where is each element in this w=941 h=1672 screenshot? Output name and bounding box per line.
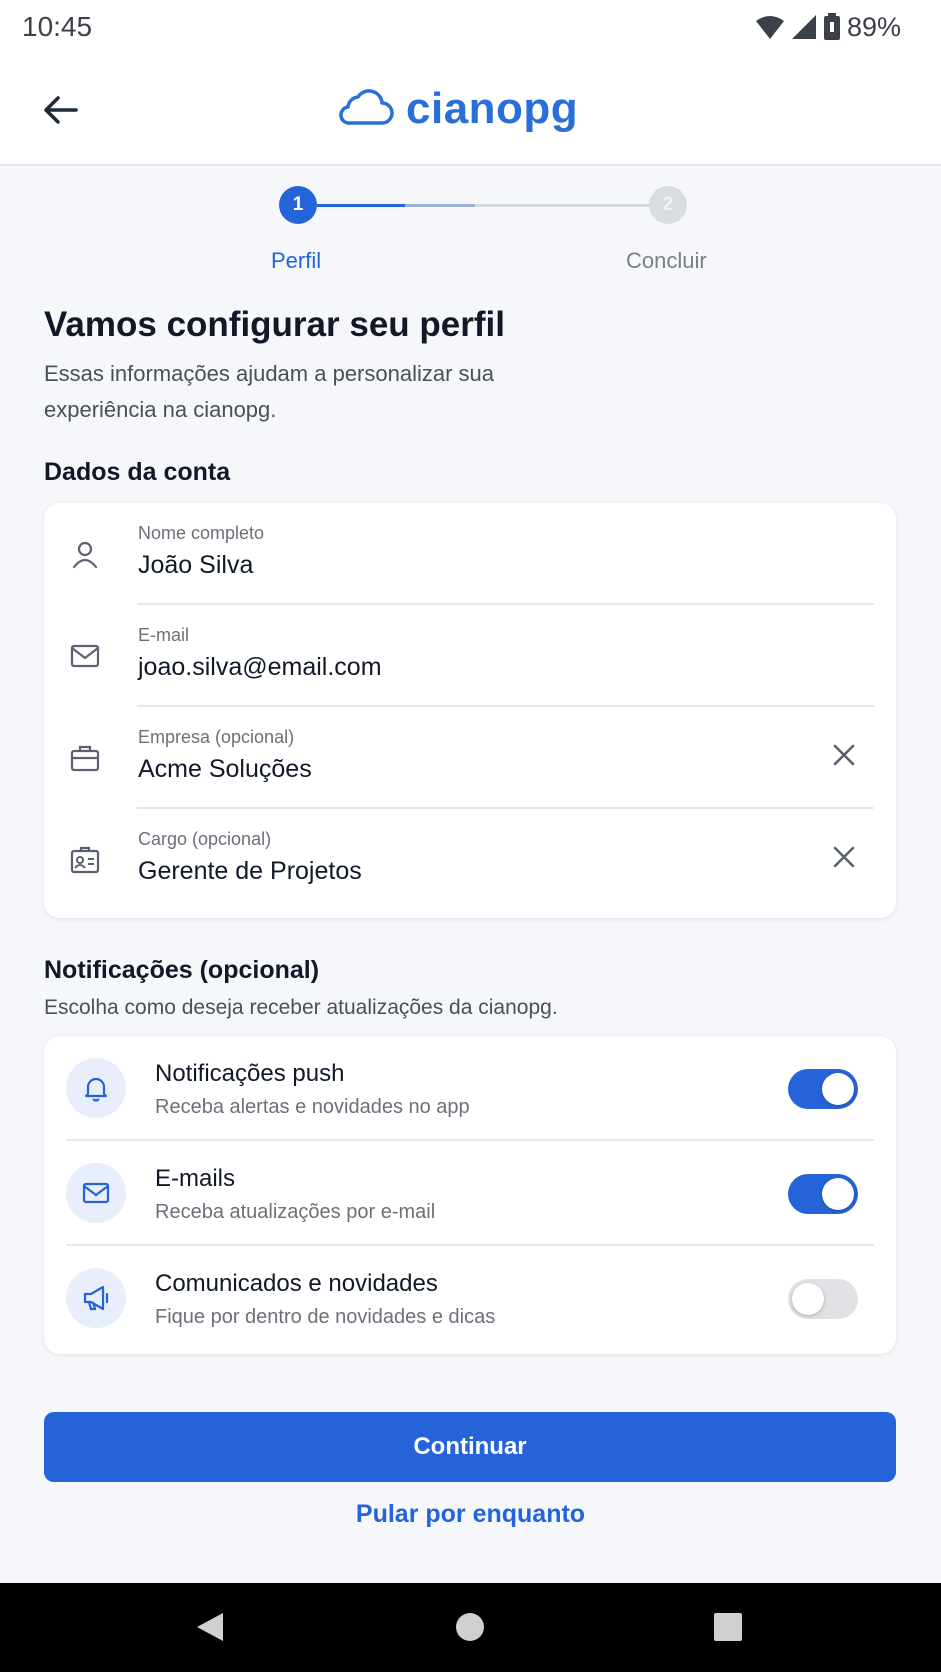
battery-icon [823, 13, 841, 41]
full-name-label: Nome completo [138, 523, 265, 543]
push-notifications-subtitle: Receba alertas e novidades no app [155, 1096, 470, 1118]
account-section-title: Dados da conta [44, 458, 231, 486]
company-label: Empresa (opcional) [138, 727, 295, 747]
app-name: cianopg [406, 84, 579, 133]
step-progress-line [317, 204, 405, 207]
announcements-subtitle: Fique por dentro de novidades e dicas [155, 1306, 496, 1328]
app-header: cianopg [0, 54, 941, 166]
account-card: Nome completo João Silva E-mail joao.sil… [44, 503, 896, 918]
emails-subtitle: Receba atualizações por e-mail [155, 1201, 436, 1223]
arrow-left-icon [42, 95, 78, 130]
step-1-label: Perfil [271, 248, 322, 273]
cellular-signal-icon [791, 14, 817, 40]
emails-row[interactable]: E-mails Receba atualizações por e-mail [44, 1141, 896, 1246]
page-title: Vamos configurar seu perfil [44, 305, 505, 344]
user-icon [68, 537, 102, 571]
job-title-label: Cargo (opcional) [138, 829, 272, 849]
app-logo: cianopg [336, 84, 578, 134]
system-recents-button[interactable] [708, 1609, 748, 1649]
toggle-knob [792, 1283, 824, 1315]
announcements-row[interactable]: Comunicados e novidades Fique por dentro… [44, 1246, 896, 1351]
briefcase-icon [68, 741, 102, 775]
home-circle-icon [454, 1611, 486, 1648]
continue-button[interactable]: Continuar [44, 1412, 896, 1482]
skip-link[interactable]: Pular por enquanto [0, 1500, 941, 1529]
push-notifications-row[interactable]: Notificações push Receba alertas e novid… [44, 1036, 896, 1141]
push-notifications-toggle[interactable] [788, 1069, 858, 1109]
mail-icon [68, 639, 102, 673]
full-name-input[interactable]: João Silva [138, 551, 758, 580]
step-1-indicator: 1 [279, 186, 317, 224]
notifications-card: Notificações push Receba alertas e novid… [44, 1036, 896, 1354]
megaphone-icon [66, 1268, 126, 1328]
system-nav-bar [0, 1583, 941, 1672]
wifi-icon [755, 14, 785, 40]
back-button[interactable] [36, 88, 84, 136]
job-title-field[interactable]: Cargo (opcional) Gerente de Projetos [44, 809, 896, 911]
toggle-knob [822, 1073, 854, 1105]
full-name-field[interactable]: Nome completo João Silva [44, 503, 896, 605]
email-input[interactable]: joao.silva@email.com [138, 653, 758, 682]
announcements-title: Comunicados e novidades [155, 1270, 438, 1297]
company-input[interactable]: Acme Soluções [138, 755, 758, 784]
clear-job-title-button[interactable] [828, 843, 860, 875]
close-icon [832, 845, 856, 874]
status-icons: 89% [755, 12, 901, 43]
status-bar: 10:45 89% [0, 0, 941, 54]
system-home-button[interactable] [450, 1609, 490, 1649]
mail-icon [66, 1163, 126, 1223]
job-title-input[interactable]: Gerente de Projetos [138, 857, 758, 886]
status-time: 10:45 [22, 11, 93, 42]
cloud-icon [336, 87, 394, 132]
notifications-section-subtitle: Escolha como deseja receber atualizações… [44, 996, 558, 1019]
step-progress-line-fade [405, 204, 475, 207]
id-card-icon [68, 843, 102, 877]
stepper: 1 2 Perfil Concluir [0, 186, 941, 276]
step-remaining-line [475, 204, 649, 207]
clear-company-button[interactable] [828, 741, 860, 773]
toggle-knob [822, 1178, 854, 1210]
page-subtitle: Essas informações ajudam a personalizar … [44, 361, 495, 422]
announcements-toggle[interactable] [788, 1279, 858, 1319]
email-field[interactable]: E-mail joao.silva@email.com [44, 605, 896, 707]
step-2-label: Concluir [626, 248, 707, 273]
notifications-section-title: Notificações (opcional) [44, 956, 320, 984]
back-triangle-icon [195, 1611, 225, 1648]
step-2-indicator: 2 [649, 186, 687, 224]
battery-percent: 89% [846, 11, 901, 42]
push-notifications-title: Notificações push [155, 1060, 345, 1087]
bell-icon [66, 1058, 126, 1118]
company-field[interactable]: Empresa (opcional) Acme Soluções [44, 707, 896, 809]
system-back-button[interactable] [190, 1609, 230, 1649]
email-label: E-mail [138, 625, 190, 645]
recents-square-icon [713, 1612, 743, 1647]
emails-title: E-mails [155, 1165, 236, 1192]
close-icon [832, 743, 856, 772]
emails-toggle[interactable] [788, 1174, 858, 1214]
